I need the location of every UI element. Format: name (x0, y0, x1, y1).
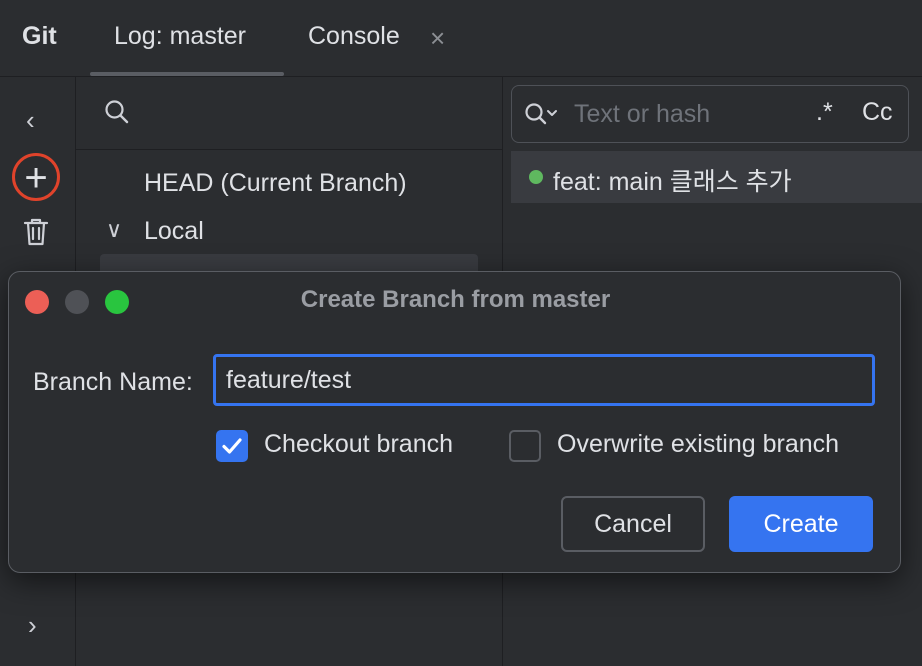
commit-status-dot (529, 170, 543, 184)
create-branch-dialog: Create Branch from master Branch Name: C… (8, 271, 901, 573)
commit-row[interactable]: feat: main 클래스 추가 (511, 151, 922, 203)
expand-right-icon[interactable]: › (28, 610, 37, 641)
create-button[interactable]: Create (729, 496, 873, 552)
tab-console[interactable]: Console (308, 22, 400, 51)
branch-item-head[interactable]: HEAD (Current Branch) (144, 169, 407, 198)
regex-toggle[interactable]: .* (816, 98, 833, 127)
collapse-left-icon[interactable]: ‹ (26, 105, 35, 136)
tool-window-header: Git Log: master Console × (0, 0, 922, 77)
dialog-title: Create Branch from master (300, 286, 611, 313)
checkout-branch-label[interactable]: Checkout branch (264, 430, 453, 459)
chevron-down-icon[interactable]: ∨ (106, 217, 122, 243)
branch-search-icon[interactable] (104, 99, 130, 125)
tool-window-title: Git (22, 22, 57, 50)
checkmark-icon (222, 438, 242, 454)
close-tab-icon[interactable]: × (430, 23, 445, 54)
commit-search-placeholder: Text or hash (574, 100, 711, 128)
tab-log-master[interactable]: Log: master (114, 22, 246, 51)
branch-group-local[interactable]: Local (144, 217, 204, 246)
branch-name-label: Branch Name: (33, 368, 193, 396)
overwrite-branch-label[interactable]: Overwrite existing branch (557, 430, 839, 459)
active-tab-indicator (90, 72, 284, 76)
delete-branch-icon[interactable] (22, 217, 50, 247)
overwrite-branch-checkbox[interactable] (509, 430, 541, 462)
cancel-button[interactable]: Cancel (561, 496, 705, 552)
search-options-icon[interactable] (524, 102, 558, 126)
new-branch-icon[interactable]: + (12, 153, 60, 201)
branch-name-input[interactable] (213, 354, 875, 406)
commit-search-field[interactable]: Text or hash .* Cc (511, 85, 909, 143)
commit-message: feat: main 클래스 추가 (553, 168, 792, 196)
panel-divider (76, 149, 502, 150)
checkout-branch-checkbox[interactable] (216, 430, 248, 462)
match-case-toggle[interactable]: Cc (862, 98, 893, 127)
